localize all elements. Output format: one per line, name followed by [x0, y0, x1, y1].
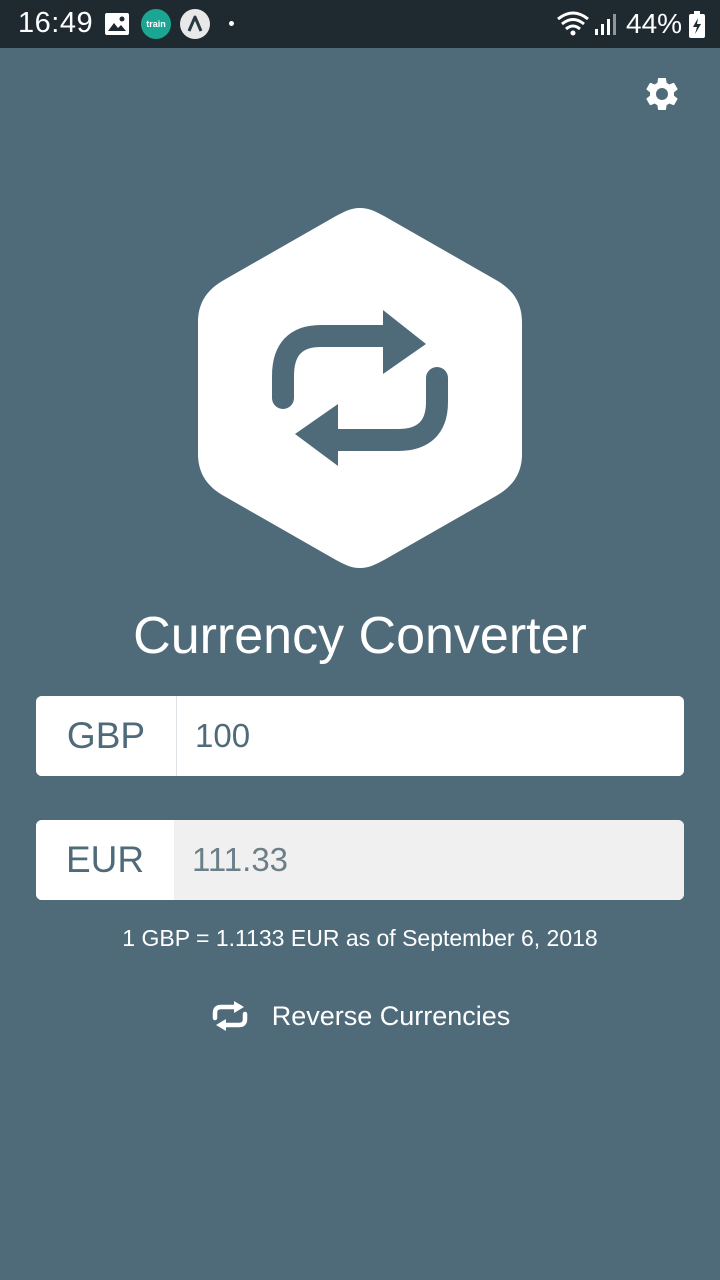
- from-currency-selector[interactable]: GBP: [36, 696, 177, 776]
- signal-icon: [594, 12, 618, 41]
- dot-icon: [229, 21, 234, 26]
- wifi-icon: [556, 10, 590, 41]
- from-currency-row: GBP: [36, 696, 684, 776]
- reverse-currencies-label: Reverse Currencies: [271, 1000, 511, 1031]
- settings-button[interactable]: [640, 72, 684, 116]
- app-logo: [196, 206, 524, 570]
- gallery-icon: [104, 12, 130, 41]
- gear-icon: [646, 78, 678, 110]
- train-app-icon: train: [141, 9, 171, 39]
- to-amount-output: [174, 820, 684, 900]
- battery-percent: 44%: [626, 8, 683, 39]
- a-app-icon: [180, 9, 210, 39]
- status-time: 16:49: [18, 7, 94, 39]
- battery-charging-icon: [688, 11, 706, 44]
- to-currency-selector[interactable]: EUR: [36, 820, 174, 900]
- train-app-label: train: [146, 19, 166, 29]
- status-bar: 16:49 train 44%: [0, 0, 720, 48]
- to-currency-row: EUR: [36, 820, 684, 900]
- from-amount-input[interactable]: [177, 696, 684, 776]
- app-title: Currency Converter: [133, 607, 587, 665]
- swap-icon: [210, 1000, 250, 1032]
- swap-arrows-hexagon-icon: [198, 208, 522, 568]
- reverse-currencies-button[interactable]: Reverse Currencies: [205, 994, 515, 1038]
- exchange-rate-text: 1 GBP = 1.1133 EUR as of September 6, 20…: [122, 925, 598, 951]
